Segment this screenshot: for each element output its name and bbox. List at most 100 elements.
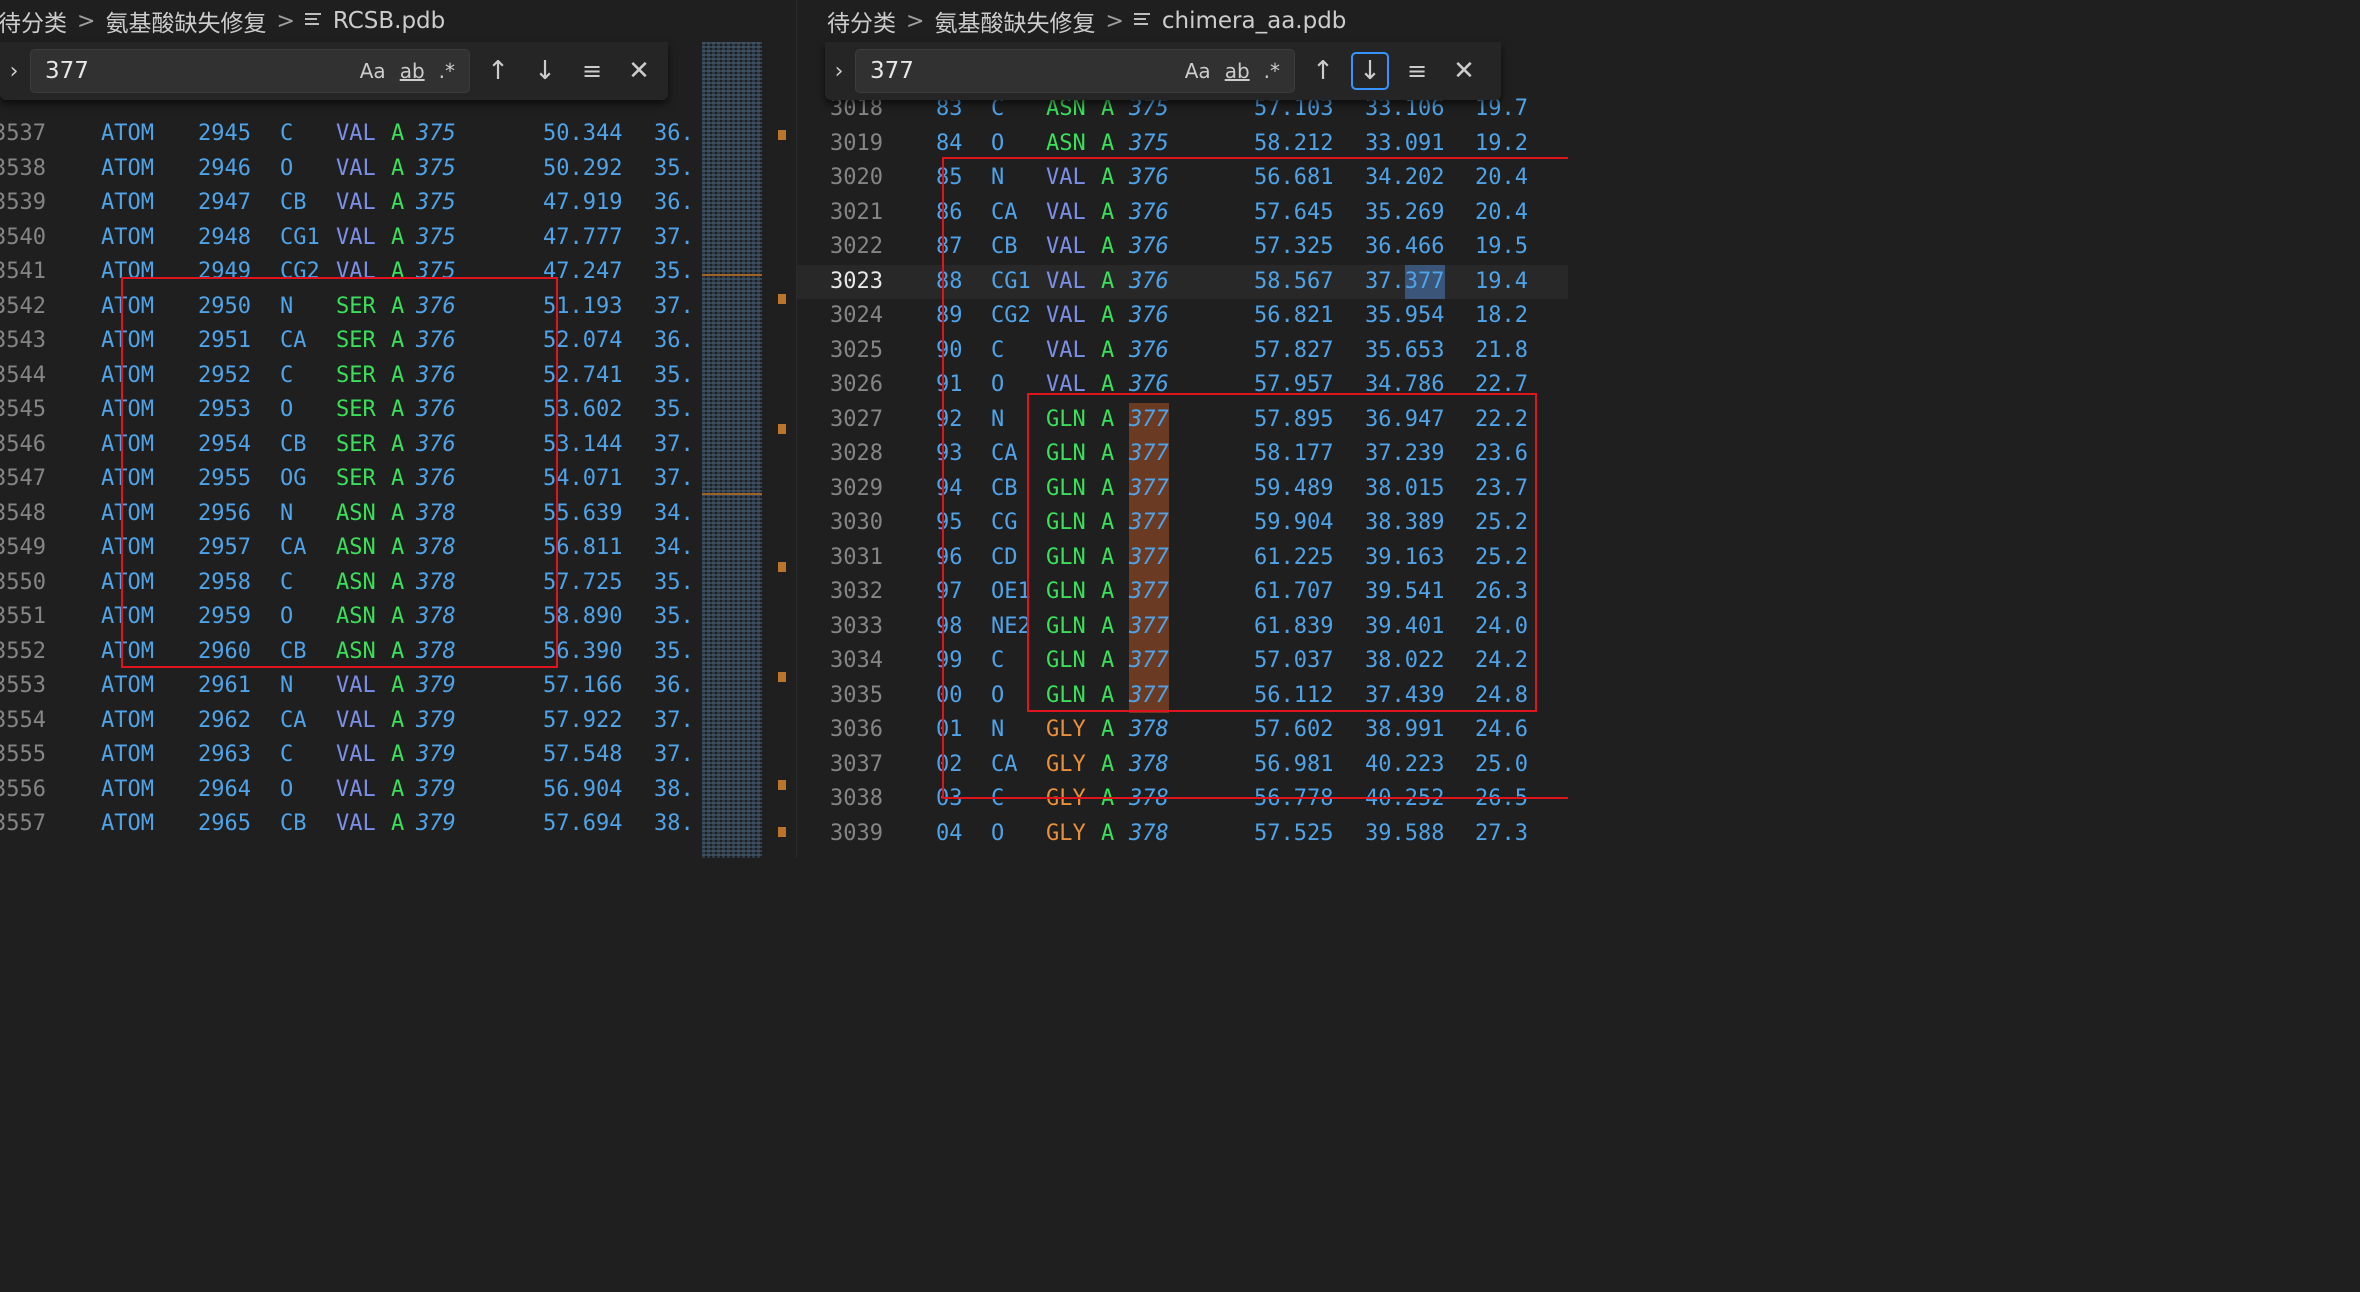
residue-number: 375 [416, 121, 456, 146]
line-number: 3538 [0, 155, 46, 181]
chain-id: A [391, 535, 405, 560]
close-icon[interactable]: ✕ [1445, 52, 1483, 90]
code-line[interactable]: 3548 ATOM 2956 N ASN A 378 55.639 34. [0, 497, 796, 532]
code-line[interactable]: 3027 92 N GLN A 377 57.895 36.947 22.2 [797, 402, 1568, 437]
code-line[interactable]: 3022 87 CB VAL A 376 57.325 36.466 19.5 [797, 230, 1568, 265]
code-line[interactable]: 3020 85 N VAL A 376 56.681 34.202 20.4 [797, 161, 1568, 196]
breadcrumb-folder[interactable]: 待分类 [0, 4, 67, 38]
code-line[interactable]: 3555 ATOM 2963 C VAL A 379 57.548 37. [0, 738, 796, 773]
code-line[interactable]: 3552 ATOM 2960 CB ASN A 378 56.390 35. [0, 635, 796, 670]
code-line[interactable]: 3033 98 NE2 GLN A 377 61.839 39.401 24.0 [797, 609, 1568, 644]
regex-icon[interactable]: .* [1264, 59, 1280, 83]
residue-name: GLN [1046, 441, 1086, 466]
coord-x: 53.144 [543, 431, 623, 457]
line-number: 3543 [0, 328, 46, 353]
code-line[interactable]: 3557 ATOM 2965 CB VAL A 379 57.694 38. [0, 807, 796, 842]
chain-id: A [1101, 717, 1115, 742]
whole-word-icon[interactable]: ab [1225, 59, 1250, 83]
find-in-selection-icon[interactable]: ≡ [1398, 52, 1436, 90]
line-number: 3023 [830, 268, 883, 294]
atom-serial: 03 [936, 786, 963, 811]
code-line[interactable]: 3028 93 CA GLN A 377 58.177 37.239 23.6 [797, 437, 1568, 472]
minimap[interactable] [702, 42, 762, 858]
chain-id: A [1101, 613, 1115, 639]
code-line[interactable]: 3031 96 CD GLN A 377 61.225 39.163 25.2 [797, 540, 1568, 575]
overview-ruler[interactable] [772, 42, 794, 858]
find-field: Aa ab .* [30, 49, 470, 93]
code-line[interactable]: 3019 84 O ASN A 375 58.212 33.091 19.2 [797, 127, 1568, 162]
chain-id: A [1101, 682, 1115, 708]
code-line[interactable]: 3021 86 CA VAL A 376 57.645 35.269 20.4 [797, 196, 1568, 231]
chevron-right-icon[interactable]: › [0, 59, 28, 84]
code-line[interactable]: 3036 01 N GLY A 378 57.602 38.991 24.6 [797, 713, 1568, 748]
breadcrumb-subfolder[interactable]: 氨基酸缺失修复 [105, 4, 266, 38]
atom-name: CA [991, 441, 1018, 466]
code-line[interactable]: 3547 ATOM 2955 OG SER A 376 54.071 37. [0, 462, 796, 497]
find-input[interactable] [868, 57, 1185, 85]
residue-number: 378 [416, 535, 456, 560]
find-in-selection-icon[interactable]: ≡ [573, 52, 611, 90]
residue-number: 379 [416, 776, 456, 802]
atom-name: C [280, 362, 294, 388]
code-line[interactable]: 3545 ATOM 2953 O SER A 376 53.602 35. [0, 393, 796, 428]
code-line[interactable]: 3039 04 O GLY A 378 57.525 39.588 27.3 [797, 817, 1568, 852]
code-line[interactable]: 3550 ATOM 2958 C ASN A 378 57.725 35. [0, 566, 796, 601]
chain-id: A [1101, 130, 1115, 156]
breadcrumb-folder[interactable]: 待分类 [827, 4, 896, 38]
line-number: 3542 [0, 293, 46, 319]
code-line[interactable]: 3537 ATOM 2945 C VAL A 375 50.344 36. [0, 117, 796, 152]
code-line[interactable]: 3029 94 CB GLN A 377 59.489 38.015 23.7 [797, 471, 1568, 506]
code-line[interactable]: 3024 89 CG2 VAL A 376 56.821 35.954 18.2 [797, 299, 1568, 334]
code-editor[interactable]: 3018 83 C ASN A 375 57.103 33.106 19.7 3019 84 O ASN… [797, 42, 1568, 858]
code-line[interactable]: 3553 ATOM 2961 N VAL A 379 57.166 36. [0, 669, 796, 704]
code-line[interactable]: 3035 00 O GLN A 377 56.112 37.439 24.8 [797, 678, 1568, 713]
close-icon[interactable]: ✕ [620, 52, 658, 90]
atom-name: O [991, 682, 1005, 708]
coord-y: 35. [654, 569, 694, 595]
atom-name: CA [991, 199, 1018, 225]
code-line[interactable]: 3540 ATOM 2948 CG1 VAL A 375 47.777 37. [0, 221, 796, 256]
code-line[interactable]: 3025 90 C VAL A 376 57.827 35.653 21.8 [797, 334, 1568, 369]
chevron-right-icon[interactable]: › [825, 59, 853, 84]
code-editor[interactable]: 3537 ATOM 2945 C VAL A 375 50.344 36. 3538 ATOM 294… [0, 42, 796, 858]
code-line[interactable]: 3556 ATOM 2964 O VAL A 379 56.904 38. [0, 773, 796, 808]
atom-name: CG2 [991, 303, 1031, 328]
coord-y: 35. [654, 604, 694, 629]
code-line[interactable]: 3038 03 C GLY A 378 56.778 40.252 26.5 [797, 782, 1568, 817]
arrow-up-icon[interactable]: ↑ [1304, 52, 1342, 90]
code-line[interactable]: 3544 ATOM 2952 C SER A 376 52.741 35. [0, 359, 796, 394]
code-line[interactable]: 3543 ATOM 2951 CA SER A 376 52.074 36. [0, 324, 796, 359]
code-line[interactable]: 3551 ATOM 2959 O ASN A 378 58.890 35. [0, 600, 796, 635]
code-line[interactable]: 3549 ATOM 2957 CA ASN A 378 56.811 34. [0, 531, 796, 566]
code-line[interactable]: 3034 99 C GLN A 377 57.037 38.022 24.2 [797, 644, 1568, 679]
whole-word-icon[interactable]: ab [400, 59, 425, 83]
match-case-icon[interactable]: Aa [360, 59, 386, 83]
code-line[interactable]: 3538 ATOM 2946 O VAL A 375 50.292 35. [0, 152, 796, 187]
code-line[interactable]: 3546 ATOM 2954 CB SER A 376 53.144 37. [0, 428, 796, 463]
atom-name: O [280, 776, 294, 802]
code-line[interactable]: 3542 ATOM 2950 N SER A 376 51.193 37. [0, 290, 796, 325]
breadcrumb-file[interactable]: chimera_aa.pdb [1162, 8, 1347, 34]
code-line[interactable]: 3541 ATOM 2949 CG2 VAL A 375 47.247 35. [0, 255, 796, 290]
breadcrumb-subfolder[interactable]: 氨基酸缺失修复 [934, 4, 1095, 38]
atom-serial: 2952 [198, 362, 251, 388]
breadcrumb-file[interactable]: RCSB.pdb [333, 8, 445, 34]
atom-serial: 96 [936, 544, 963, 570]
code-line[interactable]: 3026 91 O VAL A 376 57.957 34.786 22.7 [797, 368, 1568, 403]
find-input[interactable] [43, 57, 360, 85]
coord-z: 25.0 [1475, 751, 1528, 777]
line-number: 3546 [0, 431, 46, 457]
arrow-down-icon[interactable]: ↓ [1351, 52, 1389, 90]
regex-icon[interactable]: .* [439, 59, 455, 83]
code-line[interactable]: 3032 97 OE1 GLN A 377 61.707 39.541 26.3 [797, 575, 1568, 610]
arrow-down-icon[interactable]: ↓ [526, 52, 564, 90]
code-line[interactable]: 3030 95 CG GLN A 377 59.904 38.389 25.2 [797, 506, 1568, 541]
atom-serial: 2945 [198, 121, 251, 146]
code-line[interactable]: 3539 ATOM 2947 CB VAL A 375 47.919 36. [0, 186, 796, 221]
residue-name: GLY [1046, 751, 1086, 777]
code-line[interactable]: 3554 ATOM 2962 CA VAL A 379 57.922 37. [0, 704, 796, 739]
arrow-up-icon[interactable]: ↑ [479, 52, 517, 90]
code-line[interactable]: 3037 02 CA GLY A 378 56.981 40.223 25.0 [797, 748, 1568, 783]
match-case-icon[interactable]: Aa [1185, 59, 1211, 83]
code-line[interactable]: 3023 88 CG1 VAL A 376 58.567 37.377 19.4 [797, 264, 1568, 299]
